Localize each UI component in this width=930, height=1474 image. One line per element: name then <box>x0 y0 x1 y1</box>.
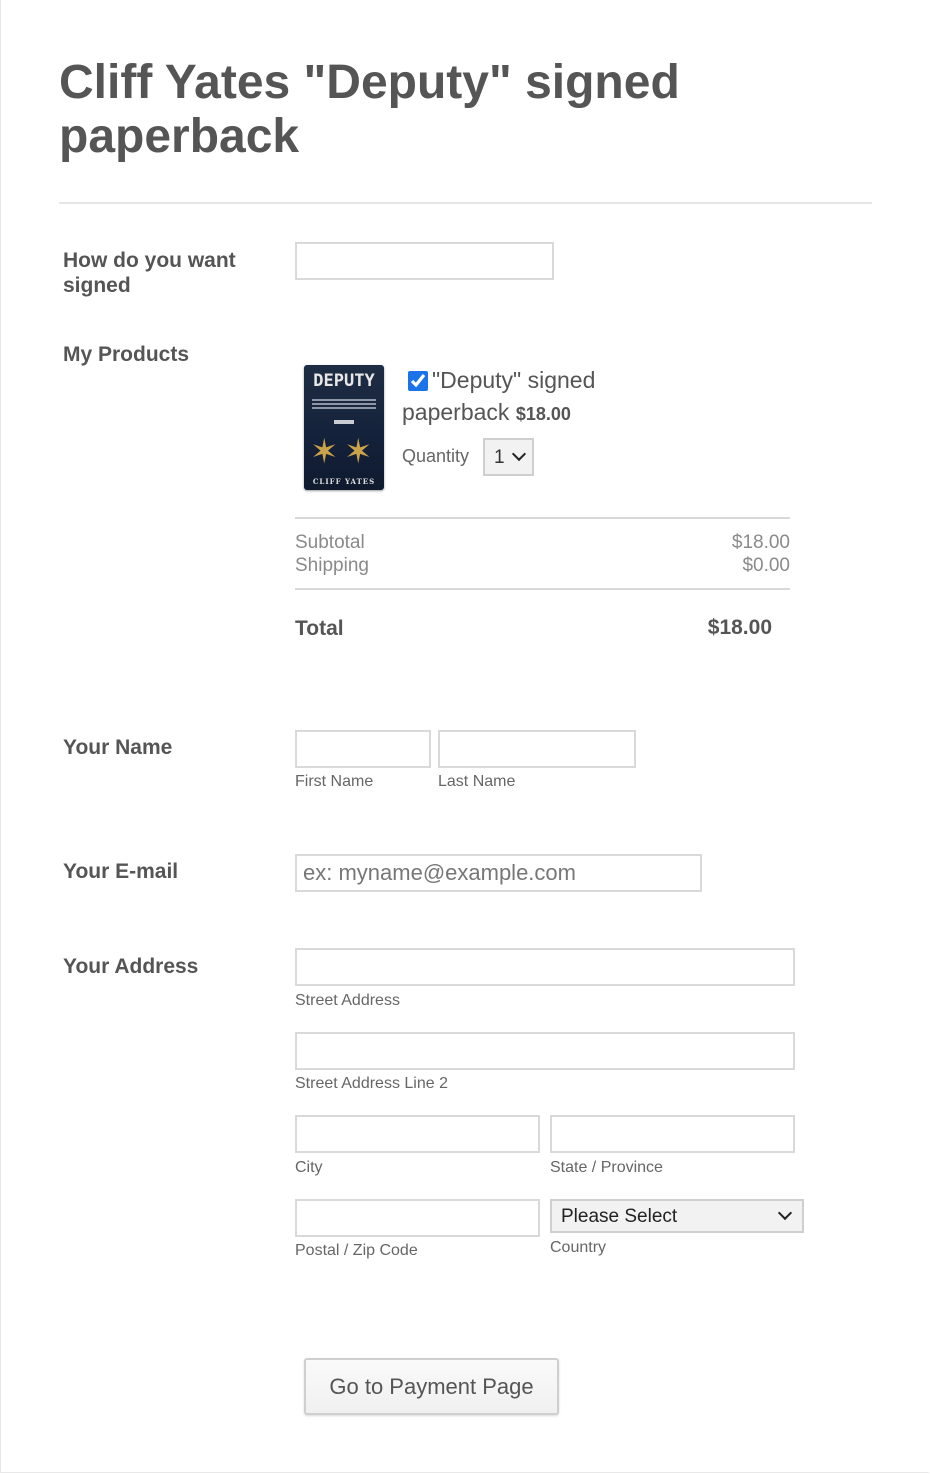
product-price: $18.00 <box>515 404 571 424</box>
book-cover-subtitle-lines <box>312 399 376 401</box>
signed-label: How do you want signed <box>63 249 236 297</box>
signed-input[interactable] <box>295 242 554 280</box>
sheriff-star-icon-2: ✶ <box>344 433 373 471</box>
summary-divider-bottom <box>295 588 790 590</box>
go-to-payment-button[interactable]: Go to Payment Page <box>304 1358 559 1415</box>
first-name-sublabel: First Name <box>295 773 374 790</box>
products-label: My Products <box>63 343 190 366</box>
street-address-sublabel: Street Address <box>295 992 400 1009</box>
city-sublabel: City <box>295 1159 323 1176</box>
street-address-line2-input[interactable] <box>295 1032 795 1070</box>
book-cover-title: DEPUTY <box>313 371 375 391</box>
total-value: $18.00 <box>707 616 772 639</box>
subtotal-value: $18.00 <box>731 532 790 553</box>
first-name-input[interactable] <box>295 730 431 768</box>
zip-sublabel: Postal / Zip Code <box>295 1242 418 1259</box>
state-input[interactable] <box>550 1115 795 1153</box>
subtotal-label: Subtotal <box>295 532 365 553</box>
quantity-value: 1 <box>494 447 505 468</box>
quantity-label: Quantity <box>402 446 470 466</box>
street-address-input[interactable] <box>295 948 795 986</box>
name-label: Your Name <box>63 736 173 759</box>
title-divider <box>59 202 872 204</box>
product-name: "Deputy" signed paperback $18.00 <box>402 364 642 430</box>
city-input[interactable] <box>295 1115 540 1153</box>
summary-divider-top <box>295 517 790 519</box>
country-value: Please Select <box>561 1206 678 1227</box>
street-address-line2-sublabel: Street Address Line 2 <box>295 1075 448 1092</box>
address-label: Your Address <box>63 955 199 978</box>
quantity-select[interactable]: 1 <box>483 438 534 476</box>
country-select[interactable]: Please Select <box>550 1199 804 1233</box>
last-name-sublabel: Last Name <box>438 773 516 790</box>
zip-input[interactable] <box>295 1199 540 1237</box>
shipping-label: Shipping <box>295 555 369 576</box>
email-label: Your E-mail <box>63 860 179 883</box>
shipping-value: $0.00 <box>742 555 790 576</box>
chevron-down-icon <box>511 446 527 462</box>
state-sublabel: State / Province <box>550 1159 663 1176</box>
book-cover-tag <box>334 420 354 424</box>
product-image: DEPUTY ✶ ✶ CLIFF YATES <box>304 365 384 490</box>
book-cover-author: CLIFF YATES <box>312 477 376 486</box>
email-field[interactable] <box>295 854 702 892</box>
sheriff-star-icon: ✶ <box>310 433 339 471</box>
last-name-input[interactable] <box>438 730 636 768</box>
total-label: Total <box>295 617 344 640</box>
chevron-down-icon <box>777 1205 793 1221</box>
country-sublabel: Country <box>550 1239 607 1256</box>
form-title: Cliff Yates "Deputy" signed paperback <box>59 56 680 163</box>
